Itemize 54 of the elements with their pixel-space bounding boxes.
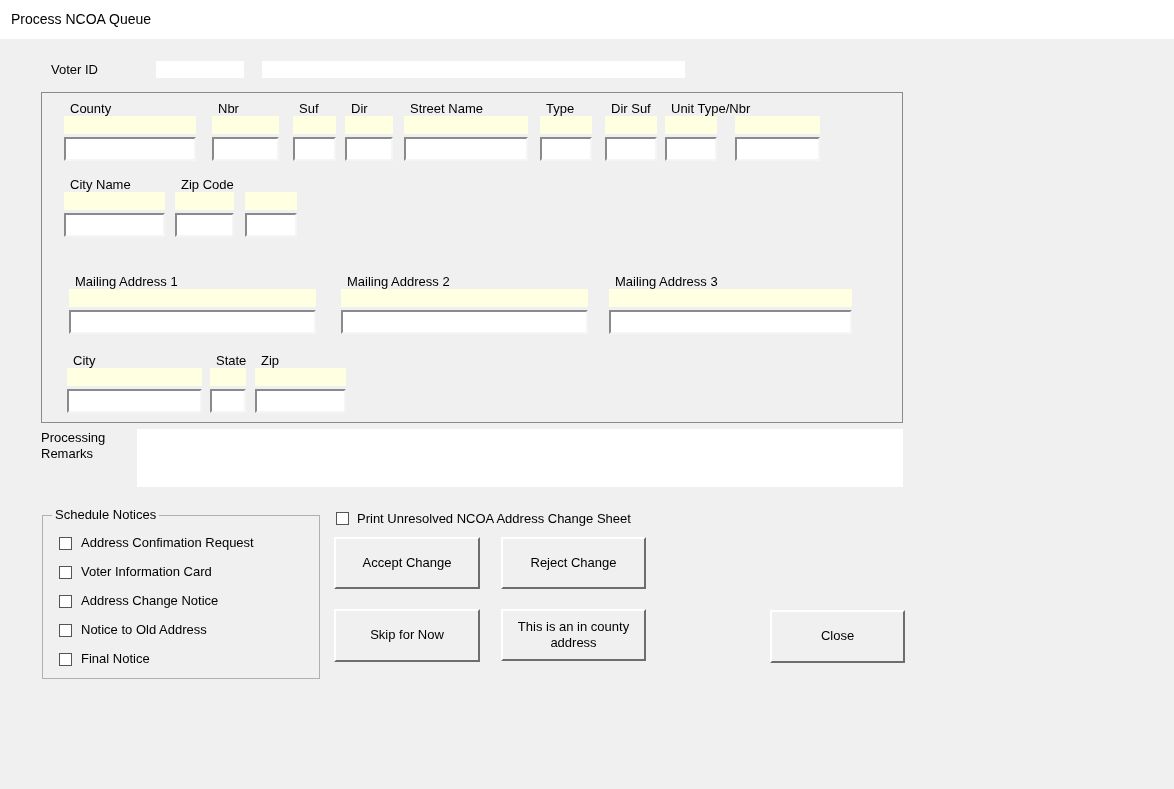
field-label: Zip <box>261 352 280 368</box>
input-field[interactable] <box>341 309 588 334</box>
field-label: City <box>73 352 96 368</box>
checkbox-label: Address Confimation Request <box>81 534 254 553</box>
field-label: Suf <box>299 100 319 116</box>
field-label: Dir Suf <box>611 100 651 116</box>
field-label: Nbr <box>218 100 239 116</box>
checkbox[interactable] <box>59 565 72 579</box>
checkbox[interactable] <box>59 594 72 608</box>
input-field[interactable] <box>605 136 657 161</box>
reject-change-button[interactable]: Reject Change <box>501 537 646 589</box>
input-field[interactable] <box>404 136 528 161</box>
checkbox-label: Final Notice <box>81 650 150 669</box>
input-field[interactable] <box>64 212 165 237</box>
field-label: State <box>216 352 247 368</box>
field-label: Type <box>546 100 575 116</box>
field-label: Mailing Address 1 <box>75 273 178 289</box>
remarks-label: Processing Remarks <box>41 428 107 463</box>
accept-change-button[interactable]: Accept Change <box>334 537 480 589</box>
input-field[interactable] <box>293 136 336 161</box>
input-field[interactable] <box>665 136 717 161</box>
checkbox-label: Address Change Notice <box>81 592 219 611</box>
checkbox[interactable] <box>336 511 349 525</box>
input-field[interactable] <box>64 136 196 161</box>
checkbox-label: Print Unresolved NCOA Address Change Sheet <box>357 509 631 528</box>
field-label: City Name <box>70 176 131 192</box>
input-field[interactable] <box>69 309 316 334</box>
input-field[interactable] <box>212 136 279 161</box>
field-label: Mailing Address 2 <box>347 273 450 289</box>
field-label: Unit Type/Nbr <box>671 100 751 116</box>
checkbox-label: Voter Information Card <box>81 563 212 582</box>
field-label: Dir <box>351 100 368 116</box>
checkbox[interactable] <box>59 536 72 550</box>
field-label: Mailing Address 3 <box>615 273 718 289</box>
close-button[interactable]: Close <box>770 610 905 663</box>
checkbox[interactable] <box>59 652 72 666</box>
checkbox-label: Notice to Old Address <box>81 621 207 640</box>
skip-button[interactable]: Skip for Now <box>334 609 480 662</box>
input-field[interactable] <box>345 136 393 161</box>
field-label: Zip Code <box>181 176 234 192</box>
input-field[interactable] <box>609 309 852 334</box>
window-title: Process NCOA Queue <box>11 10 152 29</box>
voter-id-label: Voter ID <box>51 61 99 79</box>
input-field[interactable] <box>175 212 234 237</box>
in-county-button[interactable]: This is an in county address <box>501 609 646 661</box>
input-field[interactable] <box>735 136 820 161</box>
checkbox[interactable] <box>59 623 72 637</box>
field-label: Street Name <box>410 100 483 116</box>
input-field[interactable] <box>245 212 297 237</box>
input-field[interactable] <box>67 388 202 413</box>
input-field[interactable] <box>255 388 346 413</box>
input-field[interactable] <box>540 136 592 161</box>
field-label: County <box>70 100 112 116</box>
input-field[interactable] <box>210 388 246 413</box>
